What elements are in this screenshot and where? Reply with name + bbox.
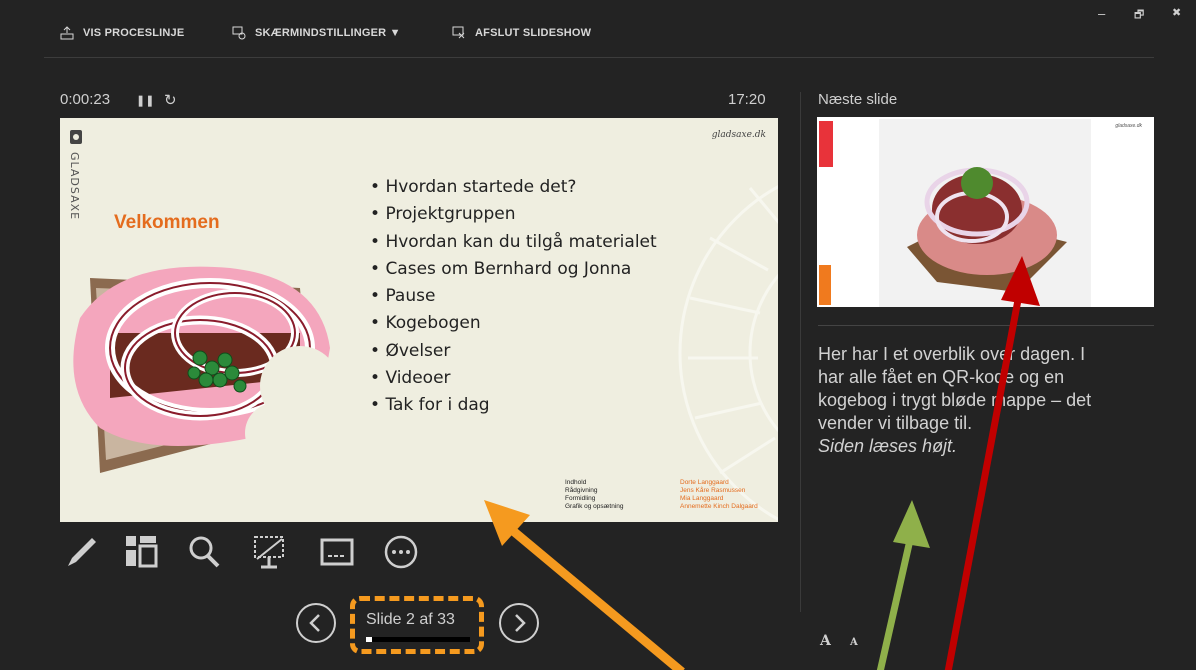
presenter-view: VIS PROCESLINJE SKÆRMINDSTILLINGER ▼ AFS… <box>0 0 1196 670</box>
annotation-arrows <box>484 256 1040 670</box>
green-arrow <box>876 500 930 670</box>
red-arrow <box>944 256 1040 670</box>
orange-arrow <box>484 500 685 670</box>
